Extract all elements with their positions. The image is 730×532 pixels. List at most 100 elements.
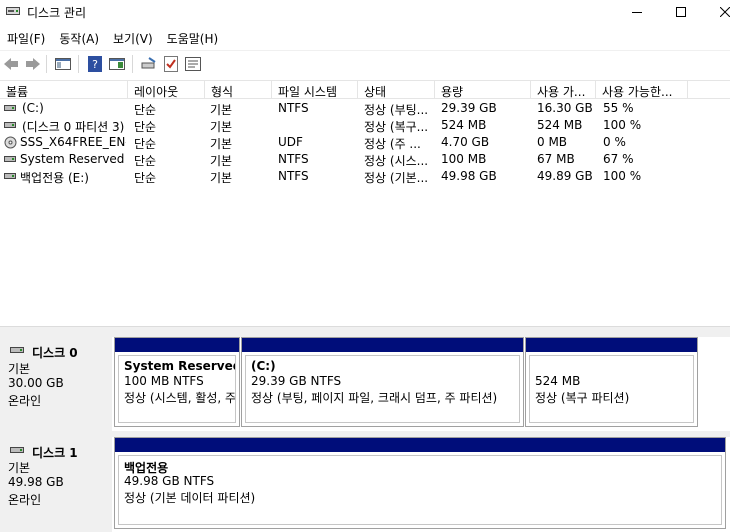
column-header-status[interactable]: 상태 — [358, 81, 435, 99]
volume-row[interactable]: (C:) 단순 기본 NTFS 정상 (부팅... 29.39 GB 16.30… — [0, 100, 730, 117]
disk-state: 온라인 — [8, 493, 42, 507]
volume-name: System Reserved — [20, 152, 125, 166]
disk-info[interactable]: 디스크 0 기본 30.00 GB 온라인 — [0, 337, 110, 431]
partition-block[interactable]: (C:) 29.39 GB NTFS 정상 (부팅, 페이지 파일, 크래시 덤… — [241, 337, 524, 427]
volume-name: SSS_X64FREE_EN-... — [20, 135, 126, 149]
volume-percent-free: 0 % — [603, 135, 626, 149]
show-hide-console-tree-button[interactable] — [54, 55, 72, 73]
volume-status: 정상 (기본... — [364, 171, 429, 185]
volume-capacity: 524 MB — [441, 118, 487, 132]
volume-row[interactable]: 백업전용 (E:) 단순 기본 NTFS 정상 (기본... 49.98 GB … — [0, 168, 730, 185]
volume-type: 기본 — [210, 154, 233, 168]
column-header-percent-free[interactable]: 사용 가능한... — [596, 81, 688, 99]
volume-capacity: 4.70 GB — [441, 135, 490, 149]
partition-bar — [526, 338, 697, 352]
column-header-layout[interactable]: 레이아웃 — [128, 81, 205, 99]
maximize-button[interactable] — [658, 0, 704, 24]
properties-icon — [185, 57, 201, 71]
volume-layout: 단순 — [134, 103, 157, 117]
volume-capacity: 49.98 GB — [441, 169, 497, 183]
volume-list: (C:) 단순 기본 NTFS 정상 (부팅... 29.39 GB 16.30… — [0, 100, 730, 185]
menu-view[interactable]: 보기(V) — [106, 27, 160, 47]
graphical-disk-view: 디스크 0 기본 30.00 GB 온라인 System Reserved 10… — [0, 326, 730, 532]
partition-details: 백업전용 49.98 GB NTFS 정상 (기본 데이터 파티션) — [118, 455, 722, 525]
partition-title — [535, 359, 693, 374]
volume-percent-free: 100 % — [603, 169, 642, 183]
volume-name: 백업전용 (E:) — [20, 171, 89, 185]
disk-row: 디스크 0 기본 30.00 GB 온라인 System Reserved 10… — [0, 337, 730, 431]
close-icon — [720, 7, 730, 17]
volume-type: 기본 — [210, 171, 233, 185]
menu-help[interactable]: 도움말(H) — [160, 27, 226, 47]
partition-status: 정상 (복구 파티션) — [535, 391, 630, 405]
partition-bar — [242, 338, 523, 352]
partition-block[interactable]: 백업전용 49.98 GB NTFS 정상 (기본 데이터 파티션) — [114, 437, 726, 529]
volume-row[interactable]: SSS_X64FREE_EN-... 단순 기본 UDF 정상 (주 ... 4… — [0, 134, 730, 151]
connect-disk-button[interactable] — [140, 55, 158, 73]
column-header-volume[interactable]: 볼륨 — [0, 81, 128, 99]
volume-file-system: NTFS — [278, 169, 309, 183]
disk-info[interactable]: 디스크 1 기본 49.98 GB 온라인 — [0, 437, 110, 532]
partition-status: 정상 (기본 데이터 파티션) — [124, 491, 256, 505]
menu-bar: 파일(F) 동작(A) 보기(V) 도움말(H) — [0, 27, 225, 47]
disk-management-window: 디스크 관리 파일(F) 동작(A) 보기(V) 도움말(H) ? 볼륨 레이아… — [0, 0, 730, 532]
volume-free-space: 16.30 GB — [537, 101, 593, 115]
window-title: 디스크 관리 — [27, 6, 87, 20]
partition-size: 524 MB — [535, 374, 581, 388]
disk-type: 기본 — [8, 362, 31, 376]
volume-free-space: 49.89 GB — [537, 169, 593, 183]
properties-pane-button[interactable] — [108, 55, 126, 73]
volume-status: 정상 (부팅... — [364, 103, 429, 117]
volume-status: 정상 (복구... — [364, 120, 429, 134]
partition-status: 정상 (부팅, 페이지 파일, 크래시 덤프, 주 파티션) — [251, 391, 498, 405]
volume-layout: 단순 — [134, 120, 157, 134]
drive-icon — [4, 156, 16, 162]
close-button[interactable] — [702, 0, 730, 24]
drive-icon — [4, 105, 16, 111]
disk-partition-area: System Reserved 100 MB NTFS 정상 (시스템, 활성,… — [112, 337, 730, 431]
partition-size: 100 MB NTFS — [124, 374, 204, 388]
column-header-type[interactable]: 형식 — [205, 81, 272, 99]
menu-action[interactable]: 동작(A) — [52, 27, 106, 47]
disk-name: 디스크 0 — [32, 346, 78, 360]
column-header-free-space[interactable]: 사용 가... — [531, 81, 596, 99]
volume-row[interactable]: System Reserved 단순 기본 NTFS 정상 (시스... 100… — [0, 151, 730, 168]
partition-status: 정상 (시스템, 활성, 주 파티션) — [124, 391, 236, 405]
column-header-capacity[interactable]: 용량 — [435, 81, 531, 99]
volume-row[interactable]: (디스크 0 파티션 3) 단순 기본 정상 (복구... 524 MB 524… — [0, 117, 730, 134]
volume-name: (C:) — [22, 101, 44, 115]
volume-file-system: NTFS — [278, 152, 309, 166]
partition-details: System Reserved 100 MB NTFS 정상 (시스템, 활성,… — [118, 355, 236, 423]
volume-status: 정상 (주 ... — [364, 137, 421, 151]
disk-row: 디스크 1 기본 49.98 GB 온라인 백업전용 49.98 GB NTFS… — [0, 437, 730, 532]
partition-size: 49.98 GB NTFS — [124, 474, 215, 488]
disk-size: 49.98 GB — [8, 475, 64, 489]
minimize-button[interactable] — [614, 0, 660, 24]
maximize-icon — [676, 7, 686, 17]
volume-file-system — [278, 117, 356, 134]
disk-type: 기본 — [8, 461, 31, 475]
volume-percent-free: 67 % — [603, 152, 634, 166]
properties-button[interactable] — [184, 55, 202, 73]
help-button[interactable]: ? — [86, 55, 104, 73]
volume-free-space: 67 MB — [537, 152, 575, 166]
partition-title: 백업전용 — [124, 461, 169, 475]
partition-block[interactable]: 524 MB 정상 (복구 파티션) — [525, 337, 698, 427]
partition-bar — [115, 438, 725, 452]
back-button[interactable] — [2, 55, 20, 73]
volume-layout: 단순 — [134, 171, 157, 185]
cd-drive-icon — [4, 136, 17, 149]
check-button[interactable] — [162, 55, 180, 73]
menu-file[interactable]: 파일(F) — [0, 27, 52, 47]
forward-button[interactable] — [24, 55, 42, 73]
partition-block[interactable]: System Reserved 100 MB NTFS 정상 (시스템, 활성,… — [114, 337, 240, 427]
drive-icon — [4, 122, 16, 128]
toolbar: ? — [0, 50, 730, 76]
volume-layout: 단순 — [134, 154, 157, 168]
volume-free-space: 524 MB — [537, 118, 583, 132]
column-header-file-system[interactable]: 파일 시스템 — [272, 81, 358, 99]
volume-free-space: 0 MB — [537, 135, 568, 149]
partition-details: 524 MB 정상 (복구 파티션) — [529, 355, 694, 423]
pane-icon — [109, 58, 125, 70]
volume-type: 기본 — [210, 137, 233, 151]
